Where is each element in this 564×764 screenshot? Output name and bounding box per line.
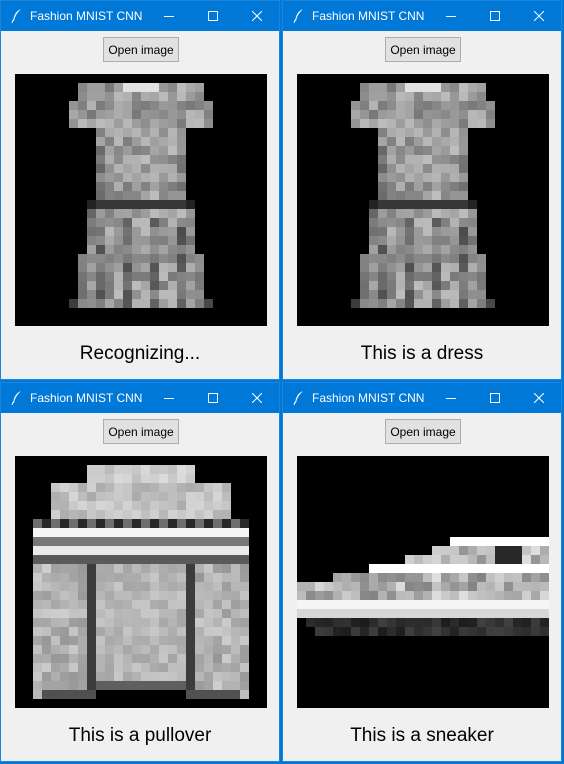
open-image-button[interactable]: Open image <box>385 37 461 62</box>
dress-pixel-image <box>351 83 495 308</box>
minimize-button[interactable] <box>429 1 473 31</box>
window-title: Fashion MNIST CNN <box>30 391 143 405</box>
maximize-icon <box>208 11 218 21</box>
close-icon <box>534 11 544 21</box>
maximize-icon <box>490 11 500 21</box>
app-window-3: Fashion MNIST CNN Open image This is a p… <box>0 382 280 762</box>
minimize-button[interactable] <box>147 1 191 31</box>
close-icon <box>252 393 262 403</box>
title-bar[interactable]: Fashion MNIST CNN <box>283 383 561 413</box>
window-title: Fashion MNIST CNN <box>30 9 143 23</box>
feather-icon <box>292 8 306 24</box>
app-window-1: Fashion MNIST CNN Open image Recognizing… <box>0 0 280 380</box>
open-image-button[interactable]: Open image <box>103 37 179 62</box>
close-button[interactable] <box>235 1 279 31</box>
pullover-pixel-image <box>33 465 249 699</box>
window-title: Fashion MNIST CNN <box>312 391 425 405</box>
app-window-4: Fashion MNIST CNN Open image This is a s… <box>282 382 562 762</box>
open-image-button[interactable]: Open image <box>385 419 461 444</box>
recognition-status: Recognizing... <box>79 343 201 364</box>
sneaker-pixel-image <box>297 537 549 636</box>
recognition-status: This is a sneaker <box>350 725 494 746</box>
app-window-2: Fashion MNIST CNN Open image This is a d… <box>282 0 562 380</box>
title-bar[interactable]: Fashion MNIST CNN <box>283 1 561 31</box>
close-icon <box>534 393 544 403</box>
title-bar[interactable]: Fashion MNIST CNN <box>1 383 279 413</box>
dress-pixel-image <box>69 83 213 308</box>
garment-image-pullover <box>15 456 267 708</box>
minimize-icon <box>164 398 174 399</box>
recognition-status: This is a pullover <box>68 725 212 746</box>
title-bar[interactable]: Fashion MNIST CNN <box>1 1 279 31</box>
feather-icon <box>10 390 24 406</box>
close-icon <box>252 11 262 21</box>
maximize-button[interactable] <box>191 1 235 31</box>
maximize-button[interactable] <box>191 383 235 413</box>
minimize-icon <box>164 16 174 17</box>
open-image-button[interactable]: Open image <box>103 419 179 444</box>
feather-icon <box>10 8 24 24</box>
minimize-button[interactable] <box>429 383 473 413</box>
minimize-icon <box>446 398 456 399</box>
feather-icon <box>292 390 306 406</box>
recognition-status: This is a dress <box>360 343 484 364</box>
garment-image-sneaker <box>297 456 549 708</box>
close-button[interactable] <box>517 383 561 413</box>
close-button[interactable] <box>235 383 279 413</box>
close-button[interactable] <box>517 1 561 31</box>
minimize-icon <box>446 16 456 17</box>
maximize-icon <box>490 393 500 403</box>
maximize-button[interactable] <box>473 1 517 31</box>
garment-image-dress <box>297 74 549 326</box>
minimize-button[interactable] <box>147 383 191 413</box>
maximize-icon <box>208 393 218 403</box>
window-title: Fashion MNIST CNN <box>312 9 425 23</box>
maximize-button[interactable] <box>473 383 517 413</box>
garment-image-dress <box>15 74 267 326</box>
